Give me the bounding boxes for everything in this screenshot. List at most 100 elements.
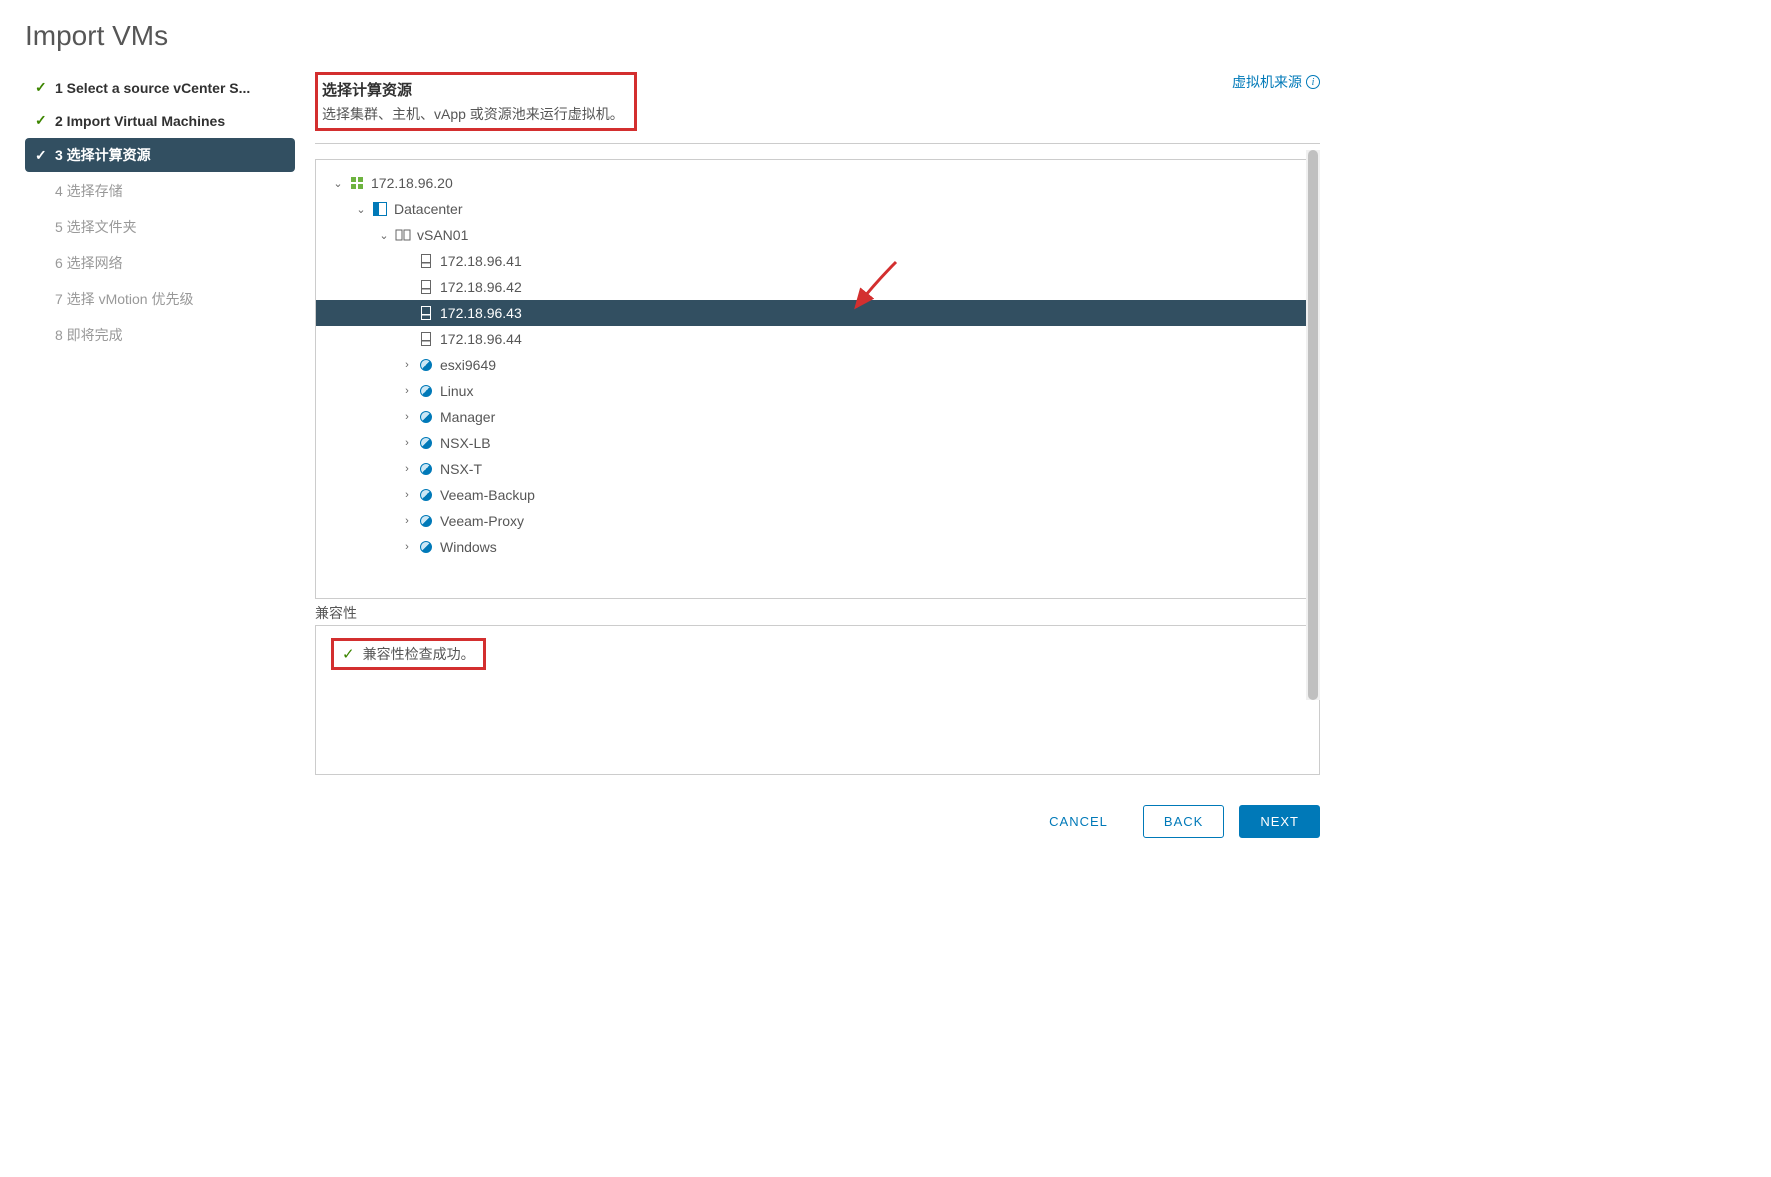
- wizard-title: Import VMs: [25, 20, 1320, 52]
- step-source-vcenter[interactable]: ✓ 1 Select a source vCenter S...: [25, 72, 295, 103]
- tree-host[interactable]: 172.18.96.42: [316, 274, 1319, 300]
- tree-resource-pool[interactable]: › NSX-T: [316, 456, 1319, 482]
- compatibility-label: 兼容性: [315, 603, 1320, 623]
- tree-label: Windows: [440, 539, 497, 555]
- compatibility-message: 兼容性检查成功。: [363, 644, 475, 664]
- wizard-content: 选择计算资源 选择集群、主机、vApp 或资源池来运行虚拟机。 虚拟机来源 i …: [315, 72, 1320, 775]
- tree-label: Manager: [440, 409, 495, 425]
- tree-host-selected[interactable]: 172.18.96.43: [316, 300, 1319, 326]
- chevron-right-icon[interactable]: ›: [400, 489, 414, 501]
- cancel-button[interactable]: CANCEL: [1029, 806, 1128, 837]
- tree-resource-pool[interactable]: › Veeam-Proxy: [316, 508, 1319, 534]
- tree-resource-pool[interactable]: › NSX-LB: [316, 430, 1319, 456]
- chevron-right-icon[interactable]: ›: [400, 541, 414, 553]
- pool-icon: [418, 435, 434, 451]
- host-icon: [418, 279, 434, 295]
- pool-icon: [418, 383, 434, 399]
- step-label: 4 选择存储: [55, 181, 123, 201]
- host-icon: [418, 331, 434, 347]
- tree-resource-pool[interactable]: › Linux: [316, 378, 1319, 404]
- pool-icon: [418, 487, 434, 503]
- compatibility-status-highlight: ✓ 兼容性检查成功。: [331, 638, 486, 670]
- chevron-right-icon[interactable]: ›: [400, 411, 414, 423]
- tree-label: 172.18.96.20: [371, 175, 453, 191]
- tree-resource-pool[interactable]: › Windows: [316, 534, 1319, 560]
- tree-resource-pool[interactable]: › esxi9649: [316, 352, 1319, 378]
- vm-source-link[interactable]: 虚拟机来源 i: [1232, 72, 1320, 92]
- tree-label: vSAN01: [417, 227, 468, 243]
- step-label: 5 选择文件夹: [55, 217, 137, 237]
- tree-label: Veeam-Backup: [440, 487, 535, 503]
- chevron-right-icon[interactable]: ›: [400, 385, 414, 397]
- check-icon: ✓: [342, 645, 355, 663]
- scrollbar[interactable]: [1306, 150, 1320, 700]
- pool-icon: [418, 513, 434, 529]
- compatibility-box: ✓ 兼容性检查成功。: [315, 625, 1320, 775]
- tree-host[interactable]: 172.18.96.41: [316, 248, 1319, 274]
- tree-label: 172.18.96.41: [440, 253, 522, 269]
- tree-resource-pool[interactable]: › Veeam-Backup: [316, 482, 1319, 508]
- vcenter-icon: [349, 175, 365, 191]
- check-icon: ✓: [35, 112, 53, 129]
- step-select-compute[interactable]: ✓ 3 选择计算资源: [25, 138, 295, 172]
- compute-tree: ⌄ 172.18.96.20 ⌄ Datacenter ⌄ vSA: [315, 159, 1320, 599]
- chevron-down-icon[interactable]: ⌄: [354, 203, 368, 216]
- wizard-steps: ✓ 1 Select a source vCenter S... ✓ 2 Imp…: [25, 72, 295, 775]
- chevron-right-icon[interactable]: ›: [400, 515, 414, 527]
- step-select-storage: 4 选择存储: [25, 174, 295, 208]
- wizard-container: Import VMs ✓ 1 Select a source vCenter S…: [0, 0, 1345, 858]
- step-label: 8 即将完成: [55, 325, 123, 345]
- step-ready: 8 即将完成: [25, 318, 295, 352]
- tree-label: 172.18.96.43: [440, 305, 522, 321]
- chevron-down-icon[interactable]: ⌄: [377, 229, 391, 242]
- step-label: 7 选择 vMotion 优先级: [55, 289, 193, 309]
- tree-cluster[interactable]: ⌄ vSAN01: [316, 222, 1319, 248]
- step-label: 2 Import Virtual Machines: [55, 113, 225, 129]
- datacenter-icon: [372, 201, 388, 217]
- tree-label: Linux: [440, 383, 473, 399]
- chevron-down-icon[interactable]: ⌄: [331, 177, 345, 190]
- chevron-right-icon[interactable]: ›: [400, 463, 414, 475]
- tree-label: Veeam-Proxy: [440, 513, 524, 529]
- chevron-right-icon[interactable]: ›: [400, 359, 414, 371]
- tree-label: 172.18.96.42: [440, 279, 522, 295]
- tree-vcenter[interactable]: ⌄ 172.18.96.20: [316, 170, 1319, 196]
- next-button[interactable]: NEXT: [1239, 805, 1320, 838]
- pool-icon: [418, 461, 434, 477]
- tree-label: esxi9649: [440, 357, 496, 373]
- step-select-folder: 5 选择文件夹: [25, 210, 295, 244]
- tree-label: NSX-T: [440, 461, 482, 477]
- pool-icon: [418, 409, 434, 425]
- step-select-network: 6 选择网络: [25, 246, 295, 280]
- tree-label: NSX-LB: [440, 435, 491, 451]
- link-text: 虚拟机来源: [1232, 72, 1302, 92]
- cluster-icon: [395, 227, 411, 243]
- step-label: 3 选择计算资源: [55, 145, 151, 165]
- host-icon: [418, 253, 434, 269]
- scrollbar-thumb[interactable]: [1308, 150, 1318, 700]
- step-label: 1 Select a source vCenter S...: [55, 80, 250, 96]
- chevron-right-icon[interactable]: ›: [400, 437, 414, 449]
- back-button[interactable]: BACK: [1143, 805, 1224, 838]
- check-icon: ✓: [35, 79, 53, 96]
- step-import-vms[interactable]: ✓ 2 Import Virtual Machines: [25, 105, 295, 136]
- step-vmotion-priority: 7 选择 vMotion 优先级: [25, 282, 295, 316]
- tree-resource-pool[interactable]: › Manager: [316, 404, 1319, 430]
- header-highlight: 选择计算资源 选择集群、主机、vApp 或资源池来运行虚拟机。: [315, 72, 637, 131]
- wizard-body: ✓ 1 Select a source vCenter S... ✓ 2 Imp…: [25, 72, 1320, 775]
- tree-label: Datacenter: [394, 201, 462, 217]
- step-label: 6 选择网络: [55, 253, 123, 273]
- wizard-footer: CANCEL BACK NEXT: [25, 805, 1320, 838]
- host-icon: [418, 305, 434, 321]
- pool-icon: [418, 539, 434, 555]
- tree-label: 172.18.96.44: [440, 331, 522, 347]
- tree-datacenter[interactable]: ⌄ Datacenter: [316, 196, 1319, 222]
- info-icon: i: [1306, 75, 1320, 89]
- content-header: 选择计算资源 选择集群、主机、vApp 或资源池来运行虚拟机。 虚拟机来源 i: [315, 72, 1320, 144]
- tree-host[interactable]: 172.18.96.44: [316, 326, 1319, 352]
- compatibility-section: 兼容性 ✓ 兼容性检查成功。: [315, 603, 1320, 775]
- check-icon: ✓: [35, 147, 53, 164]
- pool-icon: [418, 357, 434, 373]
- content-description: 选择集群、主机、vApp 或资源池来运行虚拟机。: [322, 104, 624, 124]
- content-title: 选择计算资源: [322, 79, 624, 100]
